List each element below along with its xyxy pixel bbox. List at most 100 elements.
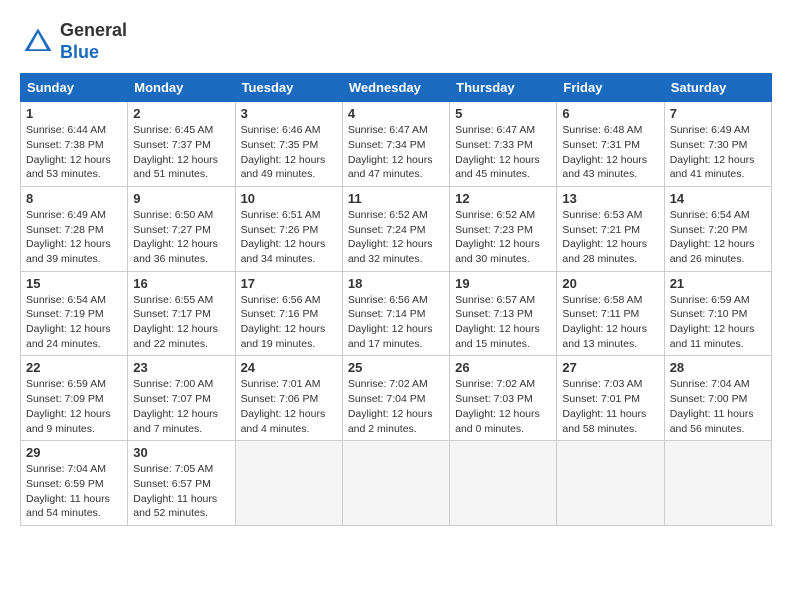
- day-number: 26: [455, 360, 551, 375]
- calendar-day-cell: 22 Sunrise: 6:59 AMSunset: 7:09 PMDaylig…: [21, 356, 128, 441]
- calendar-day-cell: [557, 441, 664, 526]
- calendar-header-row: SundayMondayTuesdayWednesdayThursdayFrid…: [21, 74, 772, 102]
- day-number: 14: [670, 191, 766, 206]
- calendar-day-cell: 26 Sunrise: 7:02 AMSunset: 7:03 PMDaylig…: [450, 356, 557, 441]
- day-number: 23: [133, 360, 229, 375]
- weekday-header: Tuesday: [235, 74, 342, 102]
- weekday-header: Thursday: [450, 74, 557, 102]
- day-info: Sunrise: 6:55 AMSunset: 7:17 PMDaylight:…: [133, 294, 218, 350]
- weekday-header: Monday: [128, 74, 235, 102]
- day-number: 7: [670, 106, 766, 121]
- day-info: Sunrise: 6:52 AMSunset: 7:23 PMDaylight:…: [455, 209, 540, 265]
- calendar-day-cell: 25 Sunrise: 7:02 AMSunset: 7:04 PMDaylig…: [342, 356, 449, 441]
- day-number: 22: [26, 360, 122, 375]
- calendar-day-cell: 1 Sunrise: 6:44 AMSunset: 7:38 PMDayligh…: [21, 102, 128, 187]
- day-number: 4: [348, 106, 444, 121]
- calendar-day-cell: 29 Sunrise: 7:04 AMSunset: 6:59 PMDaylig…: [21, 441, 128, 526]
- day-info: Sunrise: 6:52 AMSunset: 7:24 PMDaylight:…: [348, 209, 433, 265]
- day-info: Sunrise: 6:45 AMSunset: 7:37 PMDaylight:…: [133, 124, 218, 180]
- calendar-week-row: 22 Sunrise: 6:59 AMSunset: 7:09 PMDaylig…: [21, 356, 772, 441]
- weekday-header: Friday: [557, 74, 664, 102]
- day-number: 8: [26, 191, 122, 206]
- day-number: 18: [348, 276, 444, 291]
- calendar-day-cell: 16 Sunrise: 6:55 AMSunset: 7:17 PMDaylig…: [128, 271, 235, 356]
- day-info: Sunrise: 7:03 AMSunset: 7:01 PMDaylight:…: [562, 378, 646, 434]
- calendar-day-cell: 11 Sunrise: 6:52 AMSunset: 7:24 PMDaylig…: [342, 186, 449, 271]
- day-number: 13: [562, 191, 658, 206]
- calendar-day-cell: 12 Sunrise: 6:52 AMSunset: 7:23 PMDaylig…: [450, 186, 557, 271]
- day-number: 1: [26, 106, 122, 121]
- day-number: 2: [133, 106, 229, 121]
- calendar-table: SundayMondayTuesdayWednesdayThursdayFrid…: [20, 73, 772, 526]
- calendar-day-cell: [450, 441, 557, 526]
- day-info: Sunrise: 6:53 AMSunset: 7:21 PMDaylight:…: [562, 209, 647, 265]
- day-info: Sunrise: 7:05 AMSunset: 6:57 PMDaylight:…: [133, 463, 217, 519]
- calendar-day-cell: 20 Sunrise: 6:58 AMSunset: 7:11 PMDaylig…: [557, 271, 664, 356]
- day-number: 24: [241, 360, 337, 375]
- day-number: 9: [133, 191, 229, 206]
- calendar-day-cell: 8 Sunrise: 6:49 AMSunset: 7:28 PMDayligh…: [21, 186, 128, 271]
- calendar-day-cell: 5 Sunrise: 6:47 AMSunset: 7:33 PMDayligh…: [450, 102, 557, 187]
- calendar-day-cell: 3 Sunrise: 6:46 AMSunset: 7:35 PMDayligh…: [235, 102, 342, 187]
- calendar-day-cell: 9 Sunrise: 6:50 AMSunset: 7:27 PMDayligh…: [128, 186, 235, 271]
- calendar-day-cell: 21 Sunrise: 6:59 AMSunset: 7:10 PMDaylig…: [664, 271, 771, 356]
- day-number: 15: [26, 276, 122, 291]
- day-number: 3: [241, 106, 337, 121]
- day-number: 27: [562, 360, 658, 375]
- day-number: 19: [455, 276, 551, 291]
- day-info: Sunrise: 6:56 AMSunset: 7:14 PMDaylight:…: [348, 294, 433, 350]
- calendar-week-row: 15 Sunrise: 6:54 AMSunset: 7:19 PMDaylig…: [21, 271, 772, 356]
- logo-text: General Blue: [60, 20, 127, 63]
- day-info: Sunrise: 7:00 AMSunset: 7:07 PMDaylight:…: [133, 378, 218, 434]
- day-number: 10: [241, 191, 337, 206]
- day-info: Sunrise: 6:51 AMSunset: 7:26 PMDaylight:…: [241, 209, 326, 265]
- calendar-day-cell: 19 Sunrise: 6:57 AMSunset: 7:13 PMDaylig…: [450, 271, 557, 356]
- day-number: 5: [455, 106, 551, 121]
- day-info: Sunrise: 7:04 AMSunset: 7:00 PMDaylight:…: [670, 378, 754, 434]
- day-number: 20: [562, 276, 658, 291]
- day-number: 25: [348, 360, 444, 375]
- calendar-day-cell: 15 Sunrise: 6:54 AMSunset: 7:19 PMDaylig…: [21, 271, 128, 356]
- logo-general: General: [60, 20, 127, 40]
- day-info: Sunrise: 6:49 AMSunset: 7:28 PMDaylight:…: [26, 209, 111, 265]
- day-number: 28: [670, 360, 766, 375]
- day-info: Sunrise: 6:46 AMSunset: 7:35 PMDaylight:…: [241, 124, 326, 180]
- day-number: 12: [455, 191, 551, 206]
- calendar-day-cell: 17 Sunrise: 6:56 AMSunset: 7:16 PMDaylig…: [235, 271, 342, 356]
- logo: General Blue: [20, 20, 127, 63]
- day-number: 16: [133, 276, 229, 291]
- calendar-day-cell: [664, 441, 771, 526]
- calendar-day-cell: 7 Sunrise: 6:49 AMSunset: 7:30 PMDayligh…: [664, 102, 771, 187]
- logo-icon: [20, 24, 56, 60]
- day-info: Sunrise: 7:01 AMSunset: 7:06 PMDaylight:…: [241, 378, 326, 434]
- day-info: Sunrise: 6:44 AMSunset: 7:38 PMDaylight:…: [26, 124, 111, 180]
- calendar-day-cell: 27 Sunrise: 7:03 AMSunset: 7:01 PMDaylig…: [557, 356, 664, 441]
- calendar-day-cell: 6 Sunrise: 6:48 AMSunset: 7:31 PMDayligh…: [557, 102, 664, 187]
- day-info: Sunrise: 6:54 AMSunset: 7:19 PMDaylight:…: [26, 294, 111, 350]
- day-info: Sunrise: 6:47 AMSunset: 7:33 PMDaylight:…: [455, 124, 540, 180]
- day-info: Sunrise: 6:54 AMSunset: 7:20 PMDaylight:…: [670, 209, 755, 265]
- day-info: Sunrise: 7:02 AMSunset: 7:04 PMDaylight:…: [348, 378, 433, 434]
- day-number: 17: [241, 276, 337, 291]
- weekday-header: Sunday: [21, 74, 128, 102]
- calendar-day-cell: 4 Sunrise: 6:47 AMSunset: 7:34 PMDayligh…: [342, 102, 449, 187]
- calendar-week-row: 8 Sunrise: 6:49 AMSunset: 7:28 PMDayligh…: [21, 186, 772, 271]
- day-info: Sunrise: 6:56 AMSunset: 7:16 PMDaylight:…: [241, 294, 326, 350]
- calendar-day-cell: 10 Sunrise: 6:51 AMSunset: 7:26 PMDaylig…: [235, 186, 342, 271]
- day-number: 11: [348, 191, 444, 206]
- calendar-day-cell: 18 Sunrise: 6:56 AMSunset: 7:14 PMDaylig…: [342, 271, 449, 356]
- day-number: 21: [670, 276, 766, 291]
- day-info: Sunrise: 6:50 AMSunset: 7:27 PMDaylight:…: [133, 209, 218, 265]
- page-header: General Blue: [20, 20, 772, 63]
- calendar-day-cell: 28 Sunrise: 7:04 AMSunset: 7:00 PMDaylig…: [664, 356, 771, 441]
- day-number: 30: [133, 445, 229, 460]
- day-number: 6: [562, 106, 658, 121]
- day-info: Sunrise: 6:49 AMSunset: 7:30 PMDaylight:…: [670, 124, 755, 180]
- calendar-day-cell: [235, 441, 342, 526]
- day-info: Sunrise: 7:04 AMSunset: 6:59 PMDaylight:…: [26, 463, 110, 519]
- calendar-day-cell: [342, 441, 449, 526]
- day-info: Sunrise: 6:47 AMSunset: 7:34 PMDaylight:…: [348, 124, 433, 180]
- calendar-day-cell: 2 Sunrise: 6:45 AMSunset: 7:37 PMDayligh…: [128, 102, 235, 187]
- calendar-day-cell: 13 Sunrise: 6:53 AMSunset: 7:21 PMDaylig…: [557, 186, 664, 271]
- day-info: Sunrise: 6:59 AMSunset: 7:10 PMDaylight:…: [670, 294, 755, 350]
